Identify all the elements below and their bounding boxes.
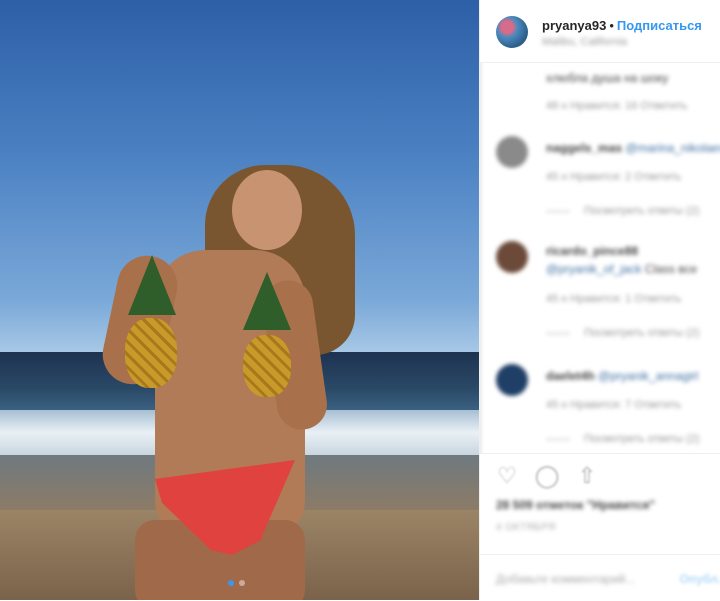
comment-mention[interactable]: @pryanik_annagirl: [598, 369, 698, 383]
comment-body: @pryanik_of_jack Class все: [546, 262, 697, 276]
commenter-username[interactable]: daelet4h: [546, 369, 595, 383]
comment-text: ricardo_pince88: [546, 244, 638, 258]
comment-message: Class все: [644, 262, 698, 276]
view-replies-link[interactable]: Посмотреть ответы (2): [546, 205, 700, 217]
view-replies-link[interactable]: Посмотреть ответы (2): [546, 433, 700, 445]
author-avatar[interactable]: [496, 16, 528, 48]
post-photo[interactable]: [0, 0, 479, 600]
post-header: pryanya93 • Подписаться Malibu, California: [480, 0, 720, 63]
commenter-avatar[interactable]: [496, 136, 528, 168]
follow-button[interactable]: Подписаться: [617, 18, 702, 33]
pineapple-leaves: [128, 255, 176, 315]
pineapple-leaves: [243, 272, 291, 330]
heart-icon[interactable]: ♡: [494, 463, 520, 489]
likes-count[interactable]: 28 509 отметок "Нравится": [496, 498, 655, 512]
commenter-avatar[interactable]: [496, 241, 528, 273]
comment-text: хлюбла душа на шоку: [546, 71, 669, 85]
post-date[interactable]: 4 ОКТЯБРЯ: [496, 522, 556, 533]
separator-dot: •: [609, 18, 614, 33]
divider: [480, 554, 720, 555]
carousel-dot[interactable]: [239, 580, 245, 586]
comment-mention[interactable]: @pryanik_of_jack: [546, 262, 642, 276]
pineapple: [243, 335, 291, 397]
post-actions: ♡ ◯ ⇧ 28 509 отметок "Нравится" 4 ОКТЯБР…: [480, 453, 720, 601]
comment-mention[interactable]: @marina_nikolaeva: [625, 141, 720, 155]
photo-face: [232, 170, 302, 250]
carousel-indicator: [228, 580, 245, 586]
author-line: pryanya93 • Подписаться: [542, 18, 702, 33]
scroll-shadow: [480, 63, 484, 453]
comment-icon[interactable]: ◯: [534, 463, 560, 489]
comment-meta[interactable]: 45 н Нравится: 7 Ответить: [546, 399, 681, 411]
comment-meta[interactable]: 48 н Нравится: 16 Ответить: [546, 100, 687, 112]
commenter-avatar[interactable]: [496, 364, 528, 396]
comment-input[interactable]: Добавьте комментарий...: [496, 572, 635, 586]
carousel-dot-active[interactable]: [228, 580, 234, 586]
comment-text: daelet4h @pryanik_annagirl: [546, 369, 698, 383]
comment-meta[interactable]: 45 н Нравится: 2 Ответить: [546, 171, 681, 183]
post-location[interactable]: Malibu, California: [542, 36, 627, 48]
commenter-username[interactable]: naggels_mas: [546, 141, 622, 155]
author-username[interactable]: pryanya93: [542, 18, 606, 33]
pineapple: [125, 318, 177, 388]
comment-meta[interactable]: 45 н Нравится: 1 Ответить: [546, 293, 681, 305]
post-sidebar: pryanya93 • Подписаться Malibu, California…: [479, 0, 720, 600]
commenter-username[interactable]: ricardo_pince88: [546, 244, 638, 258]
view-replies-link[interactable]: Посмотреть ответы (2): [546, 327, 700, 339]
comment-text: naggels_mas @marina_nikolaeva: [546, 141, 720, 155]
publish-comment-button[interactable]: Опубл.: [680, 572, 720, 586]
comments-list[interactable]: хлюбла душа на шоку 48 н Нравится: 16 От…: [480, 63, 720, 453]
share-icon[interactable]: ⇧: [574, 463, 600, 489]
